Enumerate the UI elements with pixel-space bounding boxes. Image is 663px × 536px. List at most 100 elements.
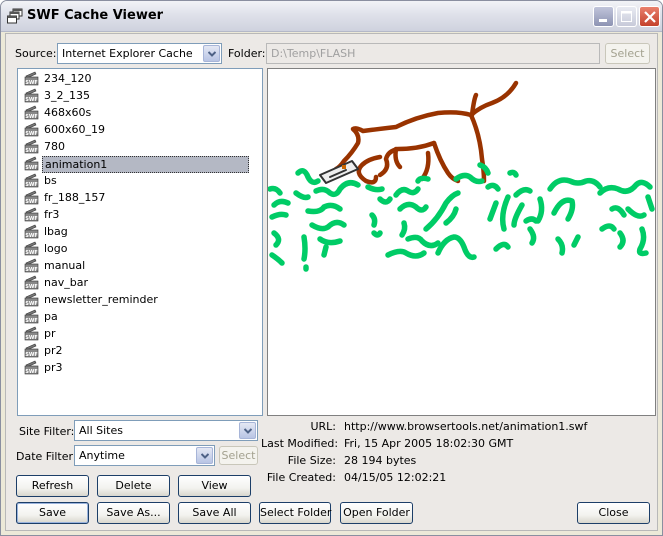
swf-file-icon: SWF bbox=[24, 88, 39, 103]
file-size-label: File Size: bbox=[287, 454, 336, 467]
svg-text:SWF: SWF bbox=[25, 131, 38, 137]
file-name: pr2 bbox=[44, 344, 63, 357]
site-filter-dropdown[interactable]: All Sites bbox=[74, 420, 258, 441]
file-list-item[interactable]: SWF fr3 bbox=[22, 207, 248, 224]
site-filter-dropdown-button[interactable] bbox=[239, 422, 256, 439]
file-name: bs bbox=[44, 174, 57, 187]
swf-file-icon: SWF bbox=[24, 71, 39, 86]
select-folder-button[interactable]: Select Folder bbox=[259, 502, 331, 524]
file-list-item[interactable]: SWF 234_120 bbox=[22, 71, 248, 88]
file-created-label: File Created: bbox=[266, 471, 336, 484]
file-list-item[interactable]: SWF logo bbox=[22, 241, 248, 258]
svg-text:SWF: SWF bbox=[25, 318, 38, 324]
chevron-down-icon bbox=[244, 428, 252, 434]
file-name: pr3 bbox=[44, 361, 63, 374]
close-button[interactable]: Close bbox=[577, 502, 650, 524]
chevron-down-icon bbox=[201, 453, 209, 459]
minimize-button[interactable] bbox=[593, 6, 614, 27]
file-list-item[interactable]: SWF nav_bar bbox=[22, 275, 248, 292]
file-list-item[interactable]: SWF 780 bbox=[22, 139, 248, 156]
swf-cache-viewer-window: SWF Cache Viewer Source: Internet Explor… bbox=[0, 0, 663, 536]
file-list-item[interactable]: SWF 600x60_19 bbox=[22, 122, 248, 139]
swf-file-icon: SWF bbox=[24, 139, 39, 154]
file-list-item[interactable]: SWF newsletter_reminder bbox=[22, 292, 248, 309]
file-name: nav_bar bbox=[44, 276, 88, 289]
minimize-icon bbox=[599, 19, 607, 22]
swf-file-icon: SWF bbox=[24, 275, 39, 290]
file-list-item[interactable]: SWF fr_188_157 bbox=[22, 190, 248, 207]
date-filter-value: Anytime bbox=[79, 449, 125, 462]
svg-text:SWF: SWF bbox=[25, 301, 38, 307]
source-dropdown[interactable]: Internet Explorer Cache bbox=[57, 43, 222, 64]
url-value: http://www.browsertools.net/animation1.s… bbox=[344, 420, 588, 433]
file-list-item[interactable]: SWF pr bbox=[22, 326, 248, 343]
svg-text:SWF: SWF bbox=[25, 284, 38, 290]
view-button[interactable]: View bbox=[178, 475, 251, 497]
file-list-item[interactable]: SWF 468x60s bbox=[22, 105, 248, 122]
swf-file-icon: SWF bbox=[24, 207, 39, 222]
open-folder-button[interactable]: Open Folder bbox=[340, 502, 413, 524]
source-label: Source: bbox=[15, 47, 57, 60]
swf-file-icon: SWF bbox=[24, 224, 39, 239]
swf-file-icon: SWF bbox=[24, 173, 39, 188]
file-name: lbag bbox=[44, 225, 68, 238]
swf-file-icon: SWF bbox=[24, 190, 39, 205]
chevron-down-icon bbox=[208, 51, 216, 57]
site-filter-label: Site Filter: bbox=[19, 425, 75, 438]
dog-drawing bbox=[333, 80, 519, 185]
svg-text:SWF: SWF bbox=[25, 182, 38, 188]
date-filter-label: Date Filter: bbox=[16, 450, 77, 463]
file-list-item[interactable]: SWF lbag bbox=[22, 224, 248, 241]
save-as-button[interactable]: Save As... bbox=[97, 502, 170, 524]
file-list-item[interactable]: SWF pa bbox=[22, 309, 248, 326]
svg-text:SWF: SWF bbox=[25, 114, 38, 120]
file-name: animation1 bbox=[42, 156, 249, 173]
swf-file-icon: SWF bbox=[24, 105, 39, 120]
file-name: pa bbox=[44, 310, 58, 323]
delete-button[interactable]: Delete bbox=[97, 475, 170, 497]
file-name: newsletter_reminder bbox=[44, 293, 158, 306]
client-area: Source: Internet Explorer Cache Folder: … bbox=[5, 33, 658, 531]
file-name: fr_188_157 bbox=[44, 191, 106, 204]
maximize-icon bbox=[621, 11, 632, 22]
folder-label: Folder: bbox=[228, 47, 266, 60]
close-icon bbox=[644, 11, 656, 23]
title-bar[interactable]: SWF Cache Viewer bbox=[1, 1, 662, 32]
file-list-item[interactable]: SWF 3_2_135 bbox=[22, 88, 248, 105]
source-dropdown-button[interactable] bbox=[203, 45, 220, 62]
file-list-item[interactable]: SWF bs bbox=[22, 173, 248, 190]
folder-field[interactable]: D:\Temp\FLASH bbox=[266, 43, 600, 64]
file-created-value: 04/15/05 12:02:21 bbox=[344, 471, 447, 484]
file-name: pr bbox=[44, 327, 56, 340]
file-name: manual bbox=[44, 259, 86, 272]
preview-animation-image bbox=[267, 80, 655, 272]
date-filter-dropdown-button[interactable] bbox=[196, 447, 213, 464]
file-name: fr3 bbox=[44, 208, 60, 221]
file-list-item[interactable]: SWF pr2 bbox=[22, 343, 248, 360]
swf-file-list[interactable]: SWF 234_120 SWF 3_2_135 SWF 468x60s SWF 600x60_… bbox=[17, 68, 263, 416]
file-list-item[interactable]: SWF manual bbox=[22, 258, 248, 275]
refresh-button[interactable]: Refresh bbox=[16, 475, 89, 497]
swf-file-icon: SWF bbox=[24, 241, 39, 256]
swf-file-icon: SWF bbox=[24, 292, 39, 307]
file-list-item[interactable]: SWF animation1 bbox=[22, 156, 249, 173]
maximize-button[interactable] bbox=[616, 6, 637, 27]
folder-select-button[interactable]: Select bbox=[605, 43, 650, 64]
swf-file-icon: SWF bbox=[24, 343, 39, 358]
file-list-item[interactable]: SWF pr3 bbox=[22, 360, 248, 377]
swf-file-icon: SWF bbox=[24, 360, 39, 375]
svg-text:SWF: SWF bbox=[25, 369, 38, 375]
file-name: 3_2_135 bbox=[44, 89, 90, 102]
date-filter-dropdown[interactable]: Anytime bbox=[74, 445, 215, 466]
swf-file-icon: SWF bbox=[24, 258, 39, 273]
save-all-button[interactable]: Save All bbox=[178, 502, 251, 524]
file-size-value: 28 194 bytes bbox=[344, 454, 417, 467]
svg-text:SWF: SWF bbox=[25, 250, 38, 256]
close-window-button[interactable] bbox=[639, 6, 660, 27]
file-name: 780 bbox=[44, 140, 65, 153]
save-button[interactable]: Save bbox=[16, 502, 89, 524]
svg-text:SWF: SWF bbox=[25, 165, 38, 171]
folder-path-value: D:\Temp\FLASH bbox=[271, 47, 356, 60]
swf-file-icon: SWF bbox=[24, 326, 39, 341]
date-filter-select-button[interactable]: Select bbox=[219, 446, 258, 465]
